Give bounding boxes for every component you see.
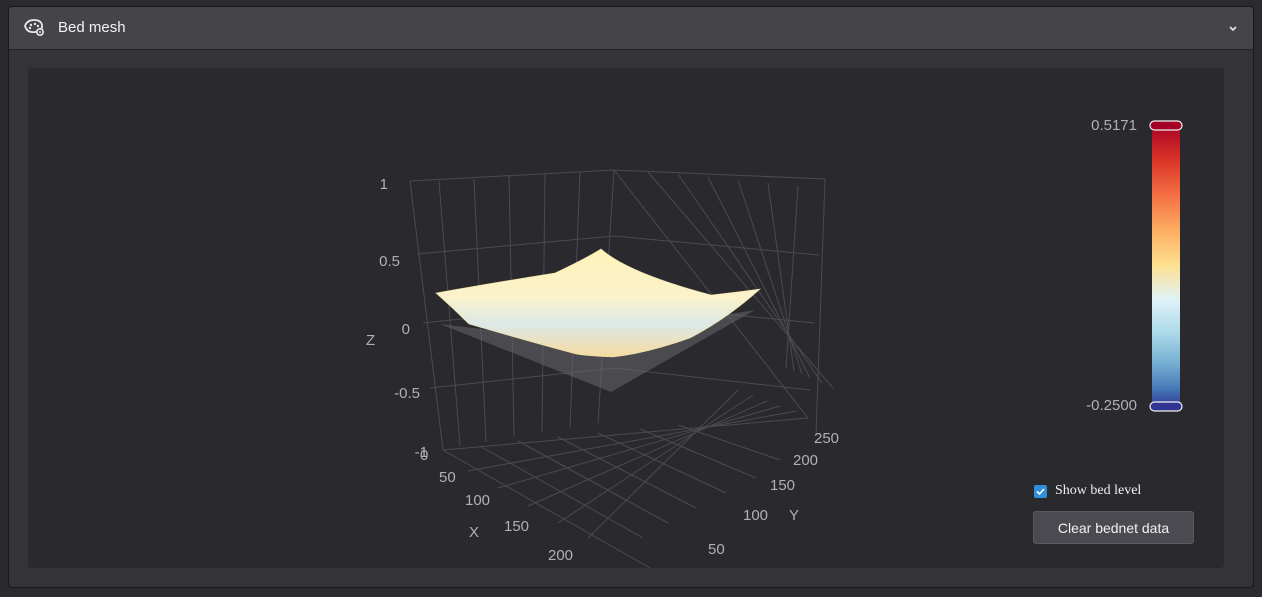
colorscale-max: 0.5171 — [1091, 117, 1137, 134]
show-bed-level-checkbox[interactable] — [1034, 484, 1047, 498]
x-tick-label: 0 — [420, 447, 428, 464]
bed-mesh-panel: Bed mesh 1 0.5 0 -0.5 -1 Z 0 50 100 150 … — [8, 6, 1254, 588]
y-tick-label: 250 — [814, 430, 839, 447]
y-axis-label: Y — [789, 507, 799, 524]
z-axis: 1 0.5 0 -0.5 -1 Z — [366, 176, 428, 461]
z-tick-label: 0 — [402, 321, 410, 338]
show-bed-level-label: Show bed level — [1055, 483, 1142, 498]
x-tick-label: 100 — [465, 492, 490, 509]
y-tick-label: 50 — [708, 541, 725, 558]
y-tick-label: 100 — [743, 507, 768, 524]
z-tick-label: -0.5 — [394, 385, 420, 402]
x-tick-label: 150 — [504, 518, 529, 535]
colorscale: 0.5171 -0.2500 — [1086, 117, 1183, 414]
colorscale-bar — [1152, 123, 1180, 407]
x-axis: 0 50 100 150 200 X — [420, 447, 573, 564]
z-axis-label: Z — [366, 332, 375, 349]
bed-mesh-card: 1 0.5 0 -0.5 -1 Z 0 50 100 150 200 X 50 … — [28, 68, 1224, 569]
show-bed-level-toggle[interactable]: Show bed level — [1034, 483, 1141, 499]
checkmark-icon — [1036, 487, 1045, 495]
z-tick-label: 0.5 — [379, 253, 400, 270]
colorscale-min: -0.2500 — [1086, 397, 1137, 414]
x-axis-label: X — [469, 524, 479, 541]
y-tick-label: 150 — [770, 477, 795, 494]
x-tick-label: 50 — [439, 469, 456, 486]
x-tick-label: 200 — [548, 547, 573, 564]
panel-header[interactable]: Bed mesh — [9, 7, 1253, 50]
panel-title: Bed mesh — [58, 19, 126, 36]
y-tick-label: 200 — [793, 452, 818, 469]
y-axis: 50 100 150 200 250 Y — [708, 430, 839, 558]
z-tick-label: 1 — [380, 176, 388, 193]
colorscale-min-handle[interactable] — [1149, 401, 1183, 412]
chevron-down-icon[interactable] — [1227, 21, 1239, 33]
clear-bednet-data-button[interactable]: Clear bednet data — [1033, 511, 1194, 544]
bed-mesh-icon — [23, 17, 45, 37]
colorscale-max-handle[interactable] — [1149, 120, 1183, 131]
